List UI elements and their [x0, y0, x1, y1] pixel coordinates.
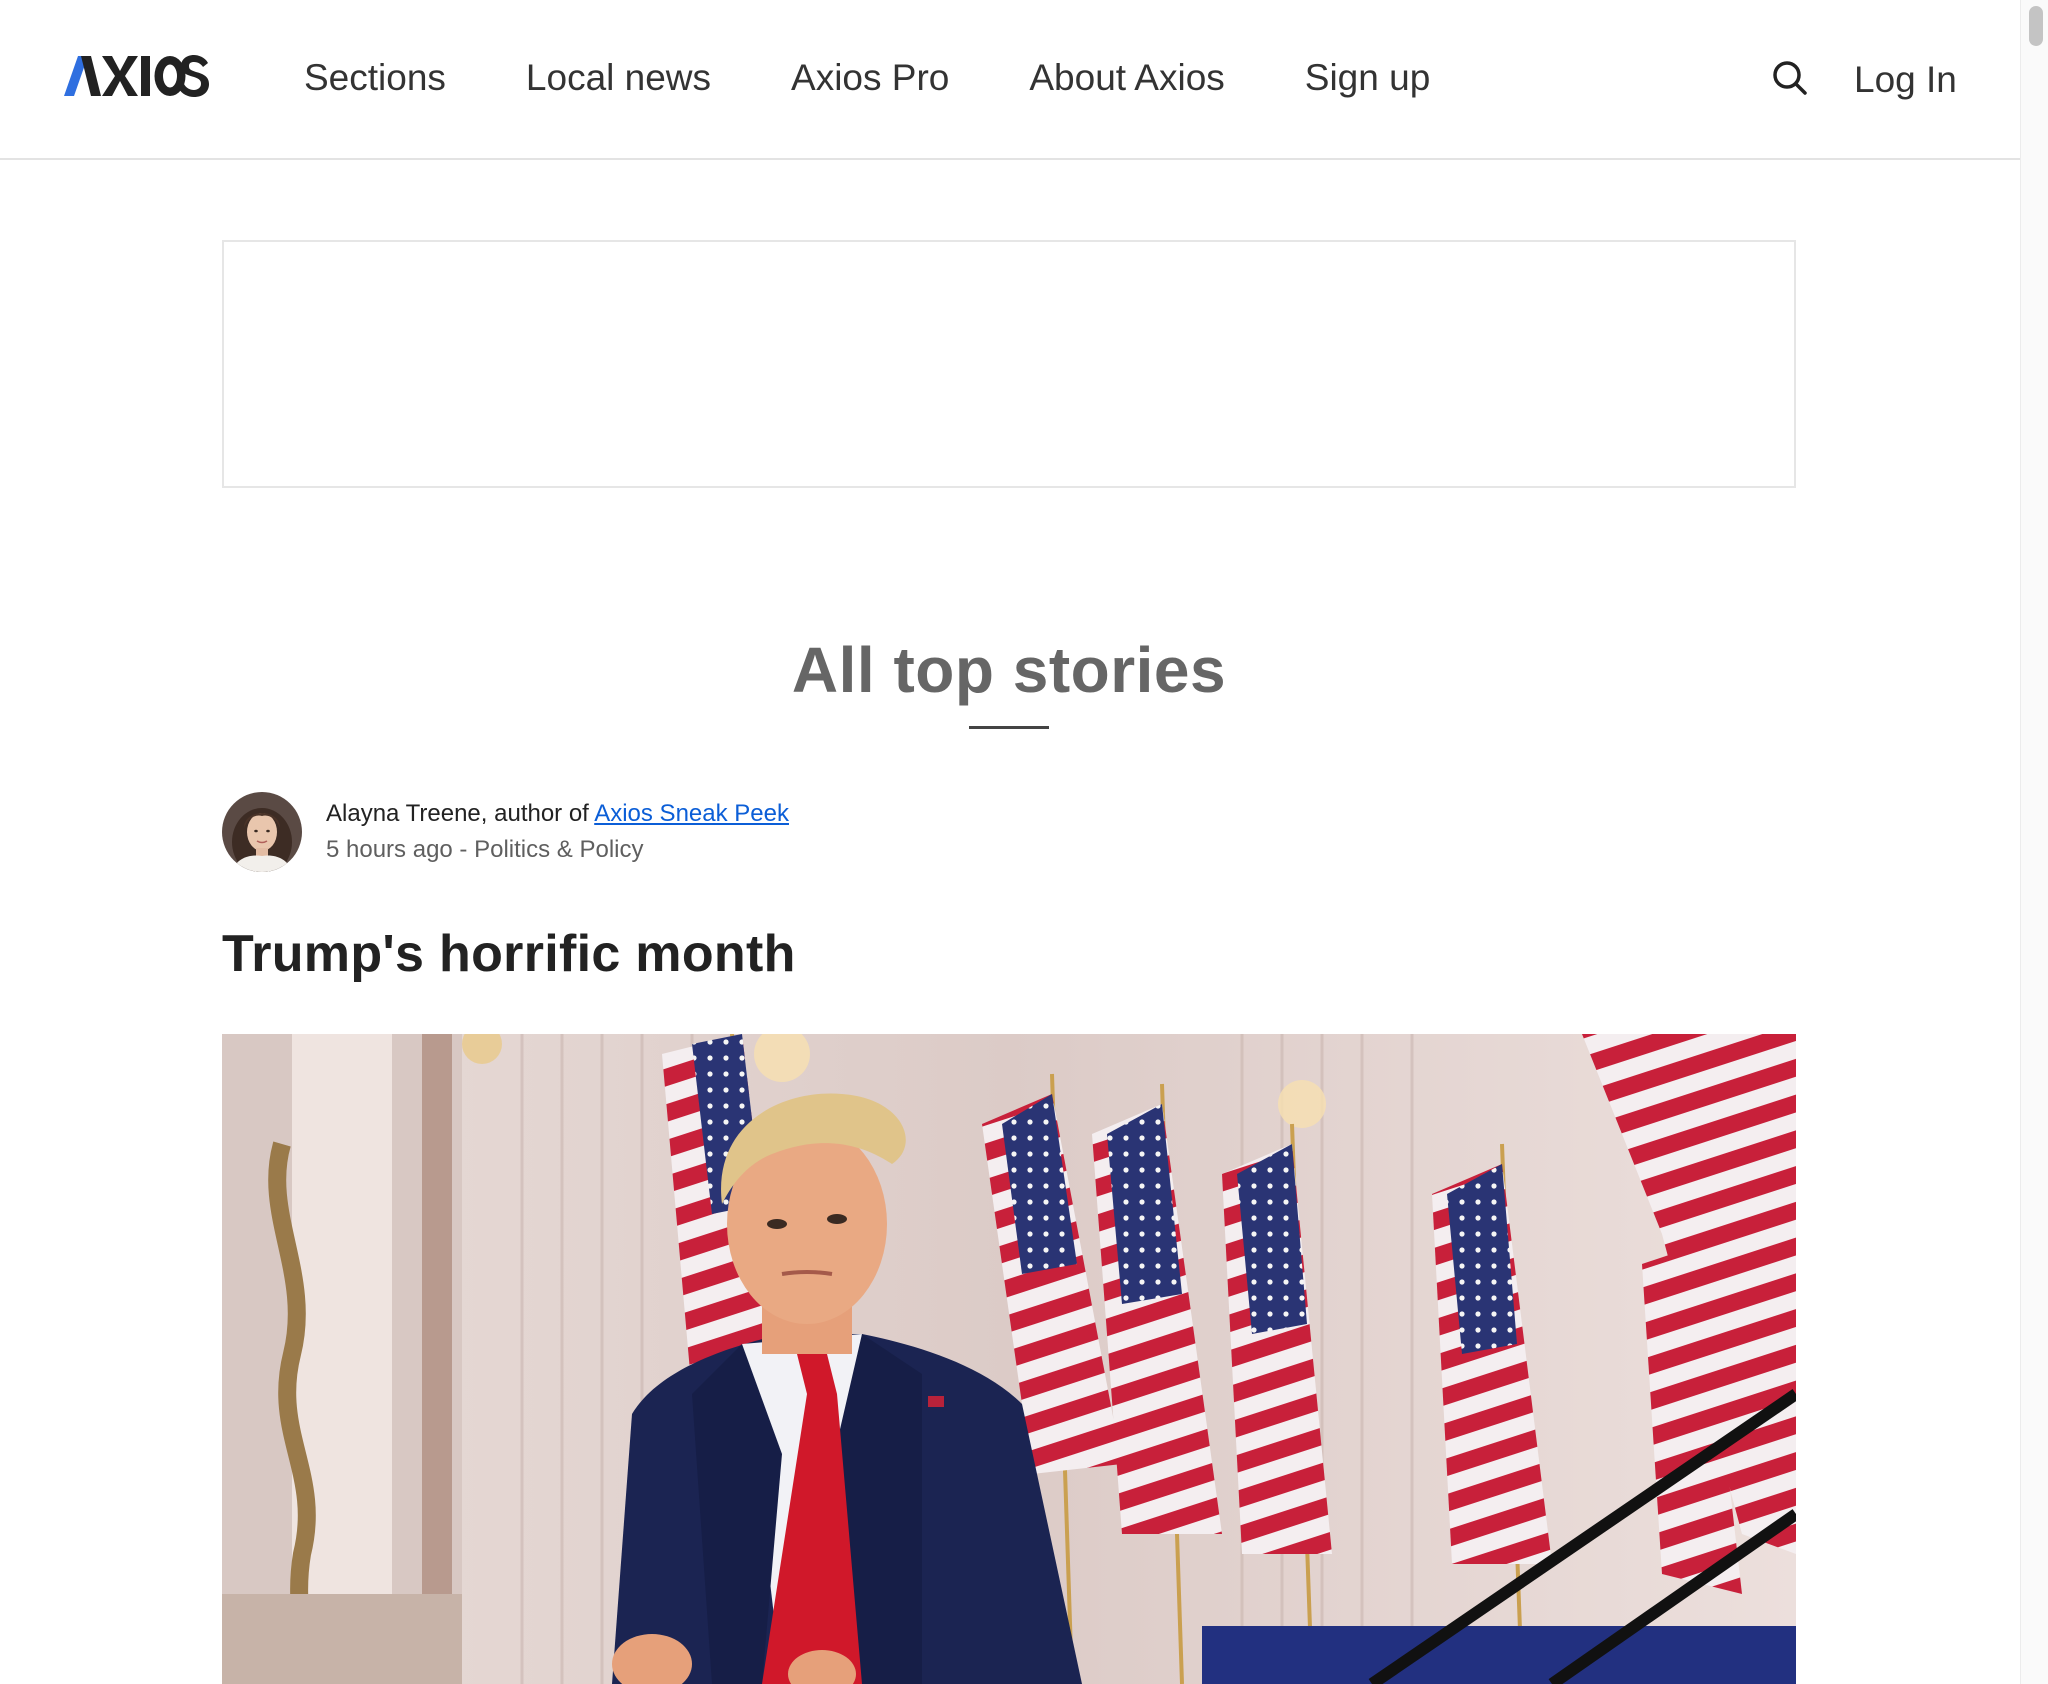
- author-of-text: , author of: [480, 800, 595, 827]
- site-header: Sections Local news Axios Pro About Axio…: [0, 0, 2020, 160]
- login-link[interactable]: Log In: [1854, 54, 1957, 106]
- section-title-underline: [969, 726, 1049, 729]
- byline-text: Alayna Treene, author of Axios Sneak Pee…: [326, 796, 789, 868]
- nav-item-sign-up[interactable]: Sign up: [1305, 52, 1431, 104]
- main-nav: Sections Local news Axios Pro About Axio…: [304, 52, 1510, 104]
- author-avatar[interactable]: [222, 792, 302, 872]
- scrollbar-thumb[interactable]: [2029, 6, 2043, 46]
- story-hero-image[interactable]: [222, 1034, 1796, 1684]
- axios-logo-mark: [64, 55, 209, 97]
- story-byline: Alayna Treene, author of Axios Sneak Pee…: [222, 792, 789, 872]
- author-name[interactable]: Alayna Treene: [326, 800, 481, 827]
- ad-slot: [222, 240, 1796, 488]
- nav-item-local-news[interactable]: Local news: [526, 52, 711, 104]
- meta-separator: -: [452, 836, 475, 863]
- nav-item-sections[interactable]: Sections: [304, 52, 446, 104]
- newsletter-link[interactable]: Axios Sneak Peek: [594, 800, 789, 827]
- axios-logo[interactable]: [64, 54, 210, 98]
- search-icon: [1773, 61, 1807, 95]
- hero-photo-illustration: [222, 1034, 1796, 1684]
- section-title: All top stories: [791, 634, 1227, 706]
- story-meta: 5 hours ago - Politics & Policy: [326, 832, 789, 868]
- nav-item-axios-pro[interactable]: Axios Pro: [791, 52, 949, 104]
- story-category[interactable]: Politics & Policy: [474, 836, 643, 863]
- scrollbar[interactable]: [2020, 0, 2048, 1684]
- story-timestamp: 5 hours ago: [326, 836, 453, 863]
- page: Sections Local news Axios Pro About Axio…: [0, 0, 2048, 1684]
- story-headline[interactable]: Trump's horrific month: [222, 920, 796, 988]
- author-avatar-image: [222, 792, 302, 872]
- search-button[interactable]: [1770, 58, 1810, 98]
- byline-author-line: Alayna Treene, author of Axios Sneak Pee…: [326, 796, 789, 832]
- nav-item-about-axios[interactable]: About Axios: [1029, 52, 1224, 104]
